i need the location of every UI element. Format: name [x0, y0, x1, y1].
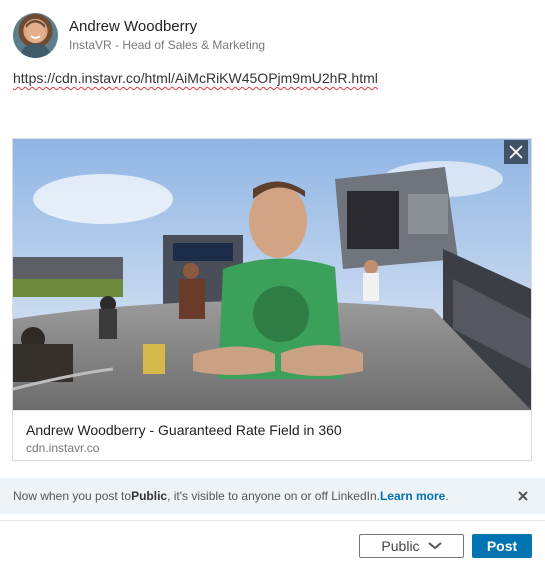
close-preview-button[interactable] — [504, 140, 528, 164]
link-preview-title[interactable]: Andrew Woodberry - Guaranteed Rate Field… — [26, 421, 518, 439]
close-icon — [509, 145, 523, 159]
post-button[interactable]: Post — [472, 534, 532, 558]
avatar[interactable] — [13, 13, 58, 58]
link-preview-card[interactable]: Andrew Woodberry - Guaranteed Rate Field… — [12, 138, 532, 461]
dismiss-notice-icon[interactable] — [516, 489, 530, 503]
chevron-down-icon — [427, 542, 442, 550]
notice-prefix: Now when you post to — [13, 489, 132, 503]
public-visibility-notice: Now when you post to Public, it's visibl… — [0, 478, 545, 514]
link-preview-image[interactable] — [13, 139, 531, 410]
avatar-image — [20, 20, 51, 58]
footer-divider — [0, 520, 545, 521]
author-headline: InstaVR - Head of Sales & Marketing — [69, 38, 266, 52]
post-text-url[interactable]: https://cdn.instavr.co/html/AiMcRiKW45OP… — [13, 70, 378, 86]
notice-end: . — [445, 489, 449, 503]
visibility-label: Public — [381, 538, 420, 554]
link-preview-domain: cdn.instavr.co — [26, 441, 100, 455]
link-preview-caption[interactable]: Andrew Woodberry - Guaranteed Rate Field… — [13, 410, 531, 460]
author-name[interactable]: Andrew Woodberry — [69, 17, 265, 36]
learn-more-link[interactable]: Learn more — [380, 489, 445, 503]
stadium-360-photo — [13, 139, 531, 410]
visibility-dropdown[interactable]: Public — [359, 534, 464, 558]
notice-suffix: , it's visible to anyone on or off Linke… — [167, 489, 380, 503]
post-author: Andrew Woodberry InstaVR - Head of Sales… — [13, 13, 265, 58]
notice-audience: Public — [131, 489, 168, 503]
